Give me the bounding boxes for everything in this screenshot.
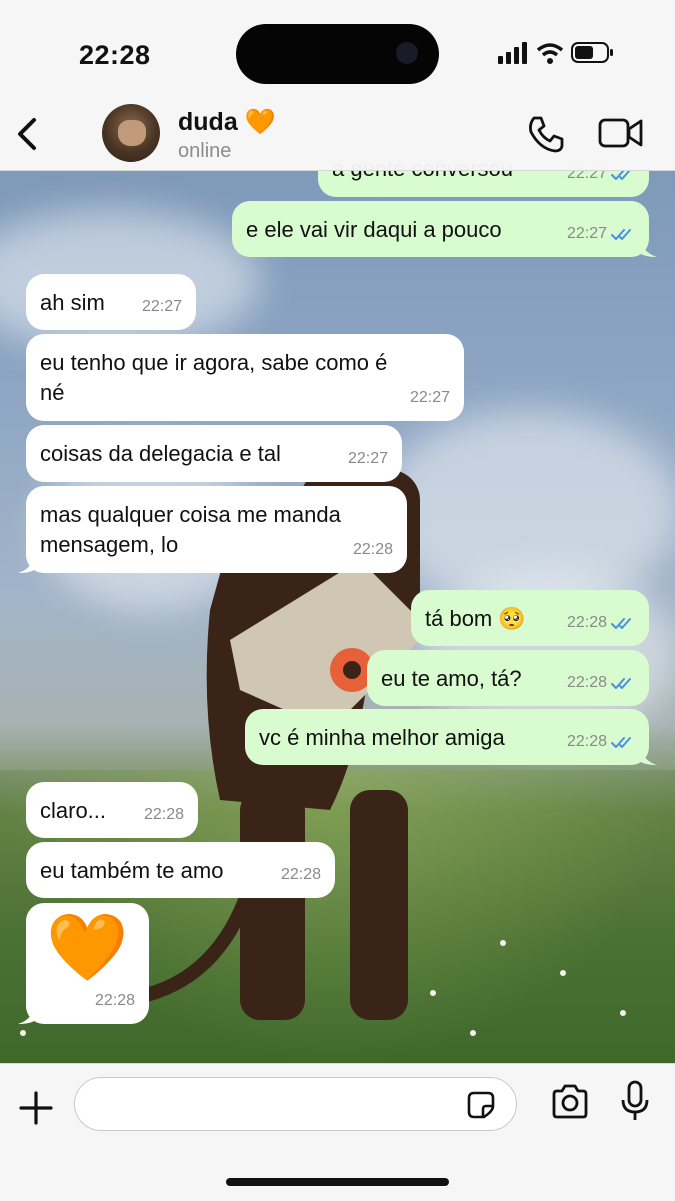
message-meta: 22:28: [353, 535, 393, 565]
message-time: 22:27: [566, 225, 607, 242]
message-meta: 22:27: [410, 383, 450, 413]
incoming-message[interactable]: eu tenho que ir agora, sabe como é né 22:…: [26, 334, 464, 421]
emoji-message: 🧡: [46, 910, 129, 984]
bubble-tail: [639, 237, 657, 257]
wifi-icon: [536, 43, 564, 64]
contact-avatar[interactable]: [102, 104, 160, 162]
message-time: 22:27: [409, 389, 450, 406]
message-meta: 22:28: [567, 668, 635, 698]
incoming-message[interactable]: eu também te amo 22:28: [26, 842, 335, 898]
message-text: mas qualquer coisa me manda mensagem, lo: [40, 502, 341, 557]
message-time: 22:27: [141, 298, 182, 315]
read-receipt-icon: [611, 229, 631, 240]
message-meta: 22:28: [567, 608, 635, 638]
incoming-message[interactable]: coisas da delegacia e tal 22:27: [26, 425, 402, 482]
incoming-message[interactable]: mas qualquer coisa me manda mensagem, lo…: [18, 486, 407, 573]
message-meta: 22:28: [567, 727, 635, 757]
bubble-tail: [18, 553, 36, 573]
message-text: claro...: [40, 798, 107, 823]
camera-icon[interactable]: [550, 1084, 590, 1120]
voice-call-icon[interactable]: [526, 114, 566, 154]
message-time: 22:28: [566, 614, 607, 631]
message-time: 22:28: [566, 733, 607, 750]
microphone-icon[interactable]: [620, 1080, 650, 1124]
message-time: 22:28: [143, 806, 184, 823]
message-time: 22:28: [352, 541, 393, 558]
message-meta: 22:27: [567, 219, 635, 249]
message-input[interactable]: [74, 1077, 517, 1131]
message-meta: 22:28: [95, 986, 135, 1016]
message-text: tá bom 🥺: [425, 606, 526, 631]
message-meta: 22:27: [348, 444, 388, 474]
dynamic-island: [236, 24, 439, 84]
bubble-tail: [639, 745, 657, 765]
message-time: 22:28: [280, 866, 321, 883]
chat-header: 22:28 duda 🧡 online: [0, 0, 675, 171]
contact-status: online: [178, 140, 232, 162]
message-meta: 22:28: [144, 800, 184, 830]
incoming-message[interactable]: 🧡 22:28: [18, 903, 149, 1024]
status-time: 22:28: [79, 40, 151, 70]
read-receipt-icon: [611, 618, 631, 629]
incoming-message[interactable]: claro... 22:28: [26, 782, 198, 838]
message-text: eu também te amo: [40, 858, 224, 883]
message-time: 22:28: [566, 674, 607, 691]
message-time: 22:27: [347, 450, 388, 467]
read-receipt-icon: [611, 737, 631, 748]
sticker-icon[interactable]: [466, 1090, 496, 1120]
message-text: ah sim: [40, 290, 105, 315]
message-meta: 22:28: [281, 860, 321, 890]
outgoing-message[interactable]: e ele vai vir daqui a pouco 22:27: [232, 201, 657, 257]
back-chevron-icon[interactable]: [10, 112, 46, 156]
outgoing-message[interactable]: vc é minha melhor amiga 22:28: [245, 709, 657, 765]
message-text: e ele vai vir daqui a pouco: [246, 217, 502, 242]
bubble-tail: [18, 1004, 36, 1024]
read-receipt-icon: [611, 678, 631, 689]
video-call-icon[interactable]: [598, 116, 644, 150]
cellular-signal-icon: [498, 42, 527, 64]
battery-icon: [571, 42, 613, 63]
message-composer: [0, 1063, 675, 1201]
message-text: vc é minha melhor amiga: [259, 725, 505, 750]
message-time: 22:28: [94, 992, 135, 1009]
home-indicator: [226, 1178, 449, 1186]
message-text: eu te amo, tá?: [381, 666, 522, 691]
outgoing-message[interactable]: eu te amo, tá? 22:28: [367, 650, 649, 706]
message-text: eu tenho que ir agora, sabe como é né: [40, 350, 388, 405]
contact-name[interactable]: duda 🧡: [178, 108, 276, 137]
outgoing-message[interactable]: tá bom 🥺 22:28: [411, 590, 649, 646]
message-text: coisas da delegacia e tal: [40, 441, 281, 466]
incoming-message[interactable]: ah sim 22:27: [26, 274, 196, 330]
status-icons: [498, 42, 613, 64]
message-meta: 22:27: [142, 292, 182, 322]
attach-plus-icon[interactable]: [18, 1090, 54, 1126]
